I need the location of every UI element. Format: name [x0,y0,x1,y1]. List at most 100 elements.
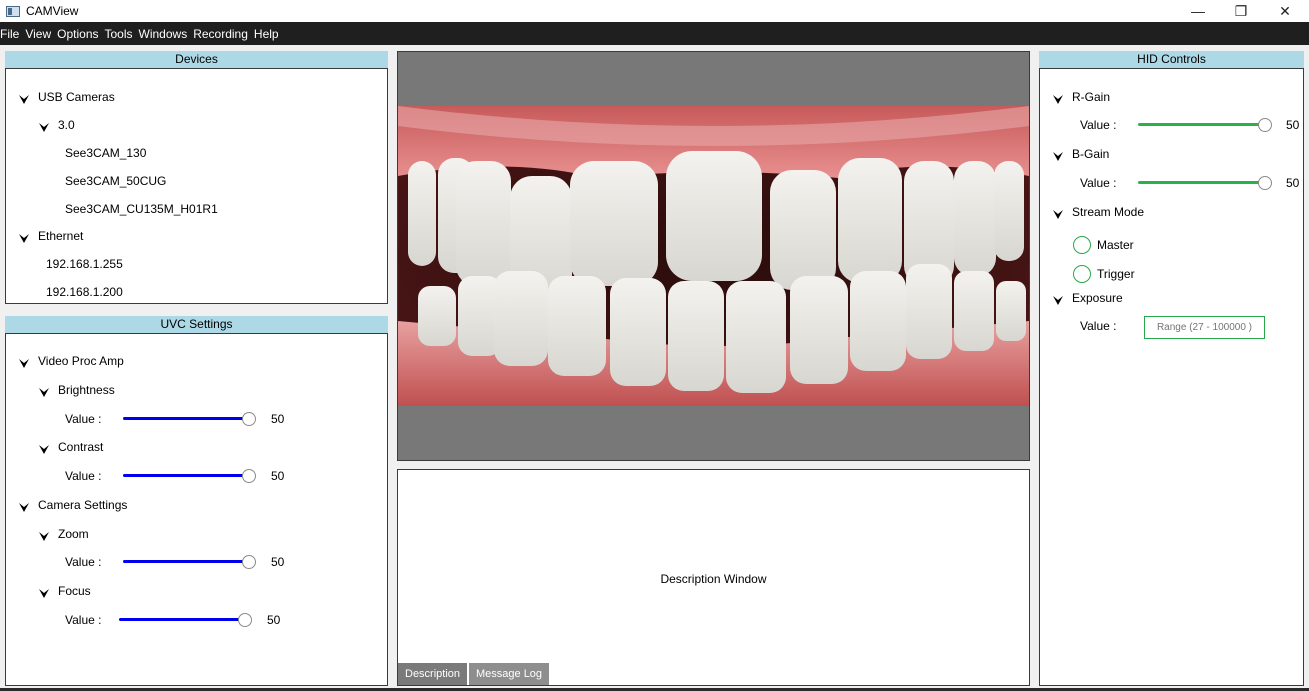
exposure-input[interactable] [1144,316,1265,339]
menu-bar: File View Options Tools Windows Recordin… [0,22,1309,45]
camera-item[interactable]: See3CAM_50CUG [65,174,166,188]
devices-header: Devices [5,51,388,68]
focus-value: 50 [267,613,281,627]
chevron-down-icon[interactable] [38,530,50,542]
tree-exposure[interactable]: Exposure [1052,291,1123,305]
tab-description[interactable]: Description [398,663,468,685]
ethernet-device-item[interactable]: 192.168.1.200 [46,285,123,299]
brightness-value-label: Value : [65,412,102,426]
slider-track [123,417,245,420]
focus-slider[interactable] [119,613,252,627]
menu-recording[interactable]: Recording [190,27,251,41]
chevron-down-icon[interactable] [18,501,30,513]
b-gain-value-label: Value : [1080,176,1117,190]
slider-thumb[interactable] [242,469,256,483]
camera-item[interactable]: See3CAM_CU135M_H01R1 [65,202,218,216]
trigger-label: Trigger [1097,267,1135,281]
zoom-slider[interactable] [123,555,256,569]
tree-camera-settings[interactable]: Camera Settings [18,498,127,512]
usb-cameras-label: USB Cameras [38,90,115,104]
slider-thumb[interactable] [238,613,252,627]
restore-button[interactable]: ❐ [1218,0,1264,22]
trigger-radio[interactable] [1073,265,1091,283]
tree-usb-cameras[interactable]: USB Cameras [18,90,115,104]
tab-message-log[interactable]: Message Log [469,663,550,685]
tree-brightness[interactable]: Brightness [38,383,115,397]
slider-track [1138,123,1262,126]
chevron-down-icon[interactable] [18,232,30,244]
menu-windows[interactable]: Windows [136,27,191,41]
master-radio-option[interactable]: Master [1073,236,1134,254]
chevron-down-icon[interactable] [38,121,50,133]
exposure-value-label: Value : [1080,319,1117,333]
tree-zoom[interactable]: Zoom [38,527,89,541]
contrast-slider[interactable] [123,469,256,483]
uvc-settings-header: UVC Settings [5,316,388,333]
slider-track [123,560,245,563]
slider-thumb[interactable] [242,412,256,426]
menu-view[interactable]: View [22,27,54,41]
master-radio[interactable] [1073,236,1091,254]
slider-thumb[interactable] [1258,118,1272,132]
master-label: Master [1097,238,1134,252]
menu-file[interactable]: File [0,27,22,41]
brightness-value: 50 [271,412,285,426]
chevron-down-icon[interactable] [18,357,30,369]
tree-video-proc-amp[interactable]: Video Proc Amp [18,354,124,368]
camera-settings-label: Camera Settings [38,498,128,512]
menu-tools[interactable]: Tools [102,27,136,41]
camera-preview-image [398,106,1029,406]
title-bar: CAMView — ❐ ✕ [0,0,1309,22]
slider-thumb[interactable] [1258,176,1272,190]
zoom-value: 50 [271,555,285,569]
menu-help[interactable]: Help [251,27,282,41]
video-proc-amp-label: Video Proc Amp [38,354,124,368]
contrast-label: Contrast [58,440,104,454]
b-gain-value: 50 [1286,176,1300,190]
slider-thumb[interactable] [242,555,256,569]
camview-app-icon [6,5,20,17]
tree-r-gain[interactable]: R-Gain [1052,90,1110,104]
focus-value-label: Value : [65,613,102,627]
tree-focus[interactable]: Focus [38,584,91,598]
contrast-value-label: Value : [65,469,102,483]
r-gain-slider[interactable] [1138,118,1272,132]
description-panel: Description Window Description Message L… [397,469,1030,686]
menu-options[interactable]: Options [54,27,101,41]
b-gain-label: B-Gain [1072,147,1110,161]
chevron-down-icon[interactable] [18,93,30,105]
minimize-button[interactable]: — [1175,0,1221,22]
tree-usb-3-0[interactable]: 3.0 [38,118,75,132]
tree-ethernet[interactable]: Ethernet [18,229,83,243]
r-gain-value: 50 [1286,118,1300,132]
tree-b-gain[interactable]: B-Gain [1052,147,1109,161]
close-button[interactable]: ✕ [1262,0,1308,22]
tree-contrast[interactable]: Contrast [38,440,103,454]
zoom-label: Zoom [58,527,89,541]
description-window-title: Description Window [660,572,767,586]
chevron-down-icon[interactable] [38,443,50,455]
exposure-label: Exposure [1072,291,1123,305]
chevron-down-icon[interactable] [1052,208,1064,220]
video-preview[interactable] [397,51,1030,461]
ethernet-device-item[interactable]: 192.168.1.255 [46,257,123,271]
focus-label: Focus [58,584,91,598]
chevron-down-icon[interactable] [1052,150,1064,162]
chevron-down-icon[interactable] [38,587,50,599]
chevron-down-icon[interactable] [1052,294,1064,306]
camera-item[interactable]: See3CAM_130 [65,146,146,160]
ethernet-label: Ethernet [38,229,84,243]
chevron-down-icon[interactable] [1052,93,1064,105]
tree-stream-mode[interactable]: Stream Mode [1052,205,1144,219]
slider-track [1138,181,1262,184]
trigger-radio-option[interactable]: Trigger [1073,265,1135,283]
stream-mode-label: Stream Mode [1072,205,1145,219]
b-gain-slider[interactable] [1138,176,1272,190]
slider-track [119,618,241,621]
window-title: CAMView [26,4,79,18]
chevron-down-icon[interactable] [38,386,50,398]
contrast-value: 50 [271,469,285,483]
brightness-slider[interactable] [123,412,256,426]
brightness-label: Brightness [58,383,115,397]
usb-version-label: 3.0 [58,118,75,132]
